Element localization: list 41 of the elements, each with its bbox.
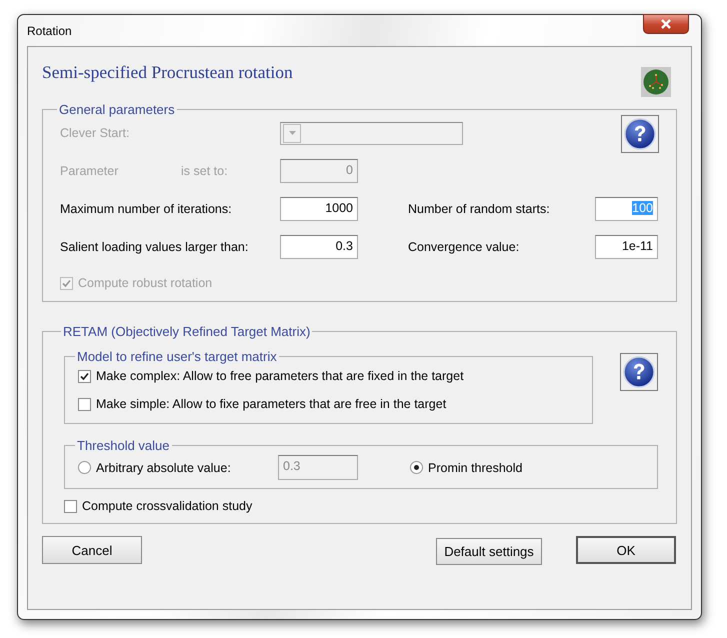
field-label: Maximum number of iterations: xyxy=(60,202,233,216)
radio-label: Arbitrary absolute value: xyxy=(96,460,231,474)
caret-icon xyxy=(288,131,296,135)
checkbox[interactable] xyxy=(78,398,91,410)
radio-button[interactable] xyxy=(410,461,423,474)
field-label: is set to: xyxy=(181,164,228,178)
help-icon xyxy=(624,118,656,150)
field-label: Clever Start: xyxy=(60,126,130,140)
help-button[interactable] xyxy=(620,353,658,391)
input-field: 0 xyxy=(280,159,358,183)
app-icon xyxy=(641,66,671,96)
field-label: Number of random starts: xyxy=(408,202,551,216)
checkbox-label: Make complex: Allow to free parameters that are fixed in the target xyxy=(96,369,464,383)
dialog-button[interactable]: Default settings xyxy=(436,538,542,565)
checkbox[interactable] xyxy=(64,500,77,512)
input-field[interactable]: 1e-11 xyxy=(595,235,658,259)
group-title: Threshold value xyxy=(76,438,170,453)
checkbox-label: Compute crossvalidation study xyxy=(82,499,252,513)
input-field[interactable]: 1000 xyxy=(280,197,358,221)
close-icon xyxy=(660,19,672,29)
window-title: Rotation xyxy=(27,24,72,38)
group-title: General parameters xyxy=(58,102,176,117)
field-label: Parameter xyxy=(60,164,120,178)
group-title: Model to refine user's target matrix xyxy=(76,349,278,364)
group-title: RETAM (Objectively Refined Target Matrix) xyxy=(62,324,312,339)
input-field[interactable]: 0.3 xyxy=(280,235,358,259)
help-button[interactable] xyxy=(621,115,659,153)
radio-label: Promin threshold xyxy=(428,460,522,474)
field-label: Salient loading values larger than: xyxy=(60,240,250,254)
dialog-button[interactable]: Cancel xyxy=(42,536,142,564)
checkbox-label: Compute robust rotation xyxy=(78,276,212,290)
checkbox-label: Make simple: Allow to fixe parameters that are free in the target xyxy=(96,397,446,411)
check-icon xyxy=(80,372,89,380)
field-label: Convergence value: xyxy=(408,240,520,254)
help-icon xyxy=(623,356,655,388)
dialog-heading: Semi-specified Procrustean rotation xyxy=(42,62,293,83)
dialog-button[interactable]: OK xyxy=(576,536,676,564)
input-field: 0.3 xyxy=(278,455,358,480)
close-button[interactable] xyxy=(643,14,689,34)
check-icon xyxy=(62,278,71,288)
checkbox[interactable] xyxy=(78,370,91,382)
